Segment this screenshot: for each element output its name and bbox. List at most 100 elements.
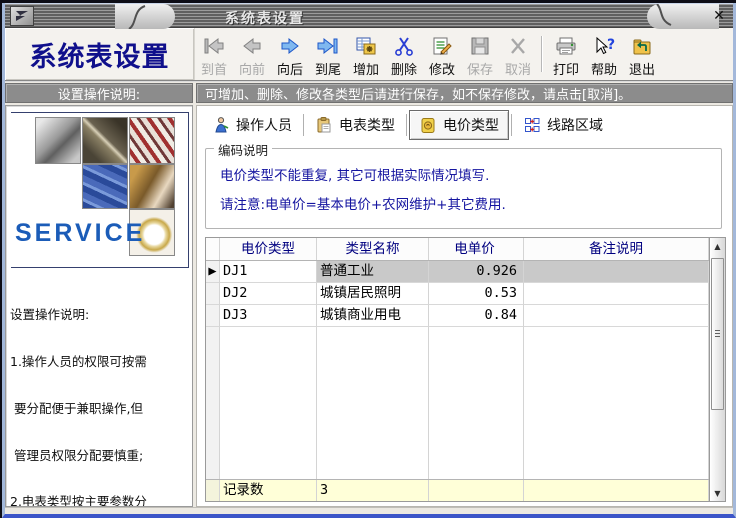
sidebar: SERVICE 设置操作说明: 1.操作人员的权限可按需 要分配便于兼职操作,但… [5,105,193,507]
cell-price: 0.53 [429,283,524,305]
sidebar-header: 设置操作说明: [5,83,193,103]
person-icon [212,116,230,134]
tab-bar: 操作人员 电表类型 [201,110,728,140]
row-indicator [206,305,220,327]
main-panel: 操作人员 电表类型 [196,105,733,507]
scroll-up-button[interactable]: ▲ [710,238,725,254]
cell-note [524,283,709,305]
price-type-grid: 电价类型 类型名称 电单价 备注说明 ▶ DJ1 普通工业 0.926 [205,237,709,502]
help-button-label: 帮助 [591,59,617,78]
instruction-line: 2.电表类型按主要参数分 [10,494,191,507]
photo-pen [82,117,128,164]
table-row[interactable]: DJ2 城镇居民照明 0.53 [206,283,709,305]
col-header-note: 备注说明 [524,238,709,260]
cell-note [524,261,709,283]
cell-type: DJ3 [220,305,317,327]
first-button-label: 到首 [201,59,227,78]
record-count-label: 记录数 [220,480,317,501]
title-bar: 系统表设置 ✕ [5,3,733,28]
system-menu-button[interactable] [10,6,34,26]
toolbar-separator [541,36,543,72]
tab-operators[interactable]: 操作人员 [203,111,301,139]
tab-separator [303,114,304,136]
save-button[interactable]: 保存 [461,28,499,80]
close-button[interactable]: ✕ [709,7,729,25]
tab-separator [511,114,512,136]
cell-note [524,305,709,327]
section-headers: 设置操作说明: 可增加、删除、修改各类型后请进行保存，如不保存修改，请点击[取消… [5,83,733,103]
edit-record-icon [430,34,454,58]
toolbar: 系统表设置 到首 向前 向后 到尾 [5,28,733,82]
first-button[interactable]: 到首 [195,28,233,80]
row-indicator [206,283,220,305]
scissors-icon [392,34,416,58]
delete-button-label: 删除 [391,59,417,78]
table-row[interactable]: DJ3 城镇商业用电 0.84 [206,305,709,327]
app-window: 系统表设置 ✕ 系统表设置 到首 向前 向后 [2,3,736,518]
instruction-line: 1.操作人员的权限可按需 [10,354,191,370]
printer-icon [554,34,578,58]
exit-button[interactable]: 退出 [623,28,661,80]
coding-note-groupbox: 编码说明 电价类型不能重复, 其它可根据实际情况填写. 请注意:电单价=基本电价… [205,148,722,229]
print-button-label: 打印 [553,59,579,78]
edit-button-label: 修改 [429,59,455,78]
service-label: SERVICE [15,219,145,248]
row-indicator: ▶ [206,261,220,283]
cancel-button[interactable]: 取消 [499,28,537,80]
prev-record-icon [240,34,264,58]
indicator-header-cell [206,238,220,260]
sidebar-photo-collage: SERVICE [11,112,189,268]
prev-button[interactable]: 向前 [233,28,271,80]
exit-button-label: 退出 [629,59,655,78]
instruction-line: 管理员权限分配要慎重; [10,448,191,464]
instruction-line: 设置操作说明: [10,307,191,323]
cell-price: 0.926 [429,261,524,283]
help-cursor-icon: ? [592,34,616,58]
titlebar-swoosh-left [115,4,175,29]
cancel-button-label: 取消 [505,59,531,78]
cell-type: DJ2 [220,283,317,305]
cell-type: DJ1 [220,261,317,283]
scrollbar-thumb[interactable] [711,258,724,410]
record-count-value: 3 [317,480,429,501]
tab-meter-types-label: 电表类型 [339,115,395,135]
prev-button-label: 向前 [239,59,265,78]
note-line-1: 电价类型不能重复, 其它可根据实际情况填写. [220,164,713,184]
edit-button[interactable]: 修改 [423,28,461,80]
add-button-label: 增加 [353,59,379,78]
grid-footer-row: 记录数 3 [206,479,709,501]
print-button[interactable]: 打印 [547,28,585,80]
main-hint-bar: 可增加、删除、修改各类型后请进行保存，如不保存修改，请点击[取消]。 [196,83,733,103]
last-button-label: 到尾 [315,59,341,78]
col-header-unit-price: 电单价 [429,238,524,260]
delete-button[interactable]: 删除 [385,28,423,80]
note-line-2: 请注意:电单价=基本电价+农网维护+其它费用. [220,193,713,213]
last-button[interactable]: 到尾 [309,28,347,80]
scroll-down-button[interactable]: ▼ [710,485,725,501]
svg-text:?: ? [607,37,615,53]
cell-name: 城镇居民照明 [317,283,429,305]
col-header-price-type: 电价类型 [220,238,317,260]
tab-price-types[interactable]: 电价类型 [409,110,509,140]
tab-operators-label: 操作人员 [236,115,292,135]
tab-line-areas[interactable]: 线路区域 [514,111,612,139]
table-row[interactable]: ▶ DJ1 普通工业 0.926 [206,261,709,283]
add-button[interactable]: 增加 [347,28,385,80]
page-title: 系统表设置 [5,28,195,80]
cell-name: 普通工业 [317,261,429,283]
window-title: 系统表设置 [225,8,305,28]
next-record-icon [278,34,302,58]
next-button[interactable]: 向后 [271,28,309,80]
cell-price: 0.84 [429,305,524,327]
add-record-icon [354,34,378,58]
tab-meter-types[interactable]: 电表类型 [306,111,404,139]
instructions-text: 设置操作说明: 1.操作人员的权限可按需 要分配便于兼职操作,但 管理员权限分配… [6,268,192,507]
first-record-icon [202,34,226,58]
vertical-scrollbar[interactable]: ▲ ▼ [709,237,726,502]
save-button-label: 保存 [467,59,493,78]
help-button[interactable]: ? 帮助 [585,28,623,80]
tab-price-types-label: 电价类型 [443,115,499,135]
grid-header-row: 电价类型 类型名称 电单价 备注说明 [206,238,709,261]
cell-name: 城镇商业用电 [317,305,429,327]
tab-line-areas-label: 线路区域 [547,115,603,135]
